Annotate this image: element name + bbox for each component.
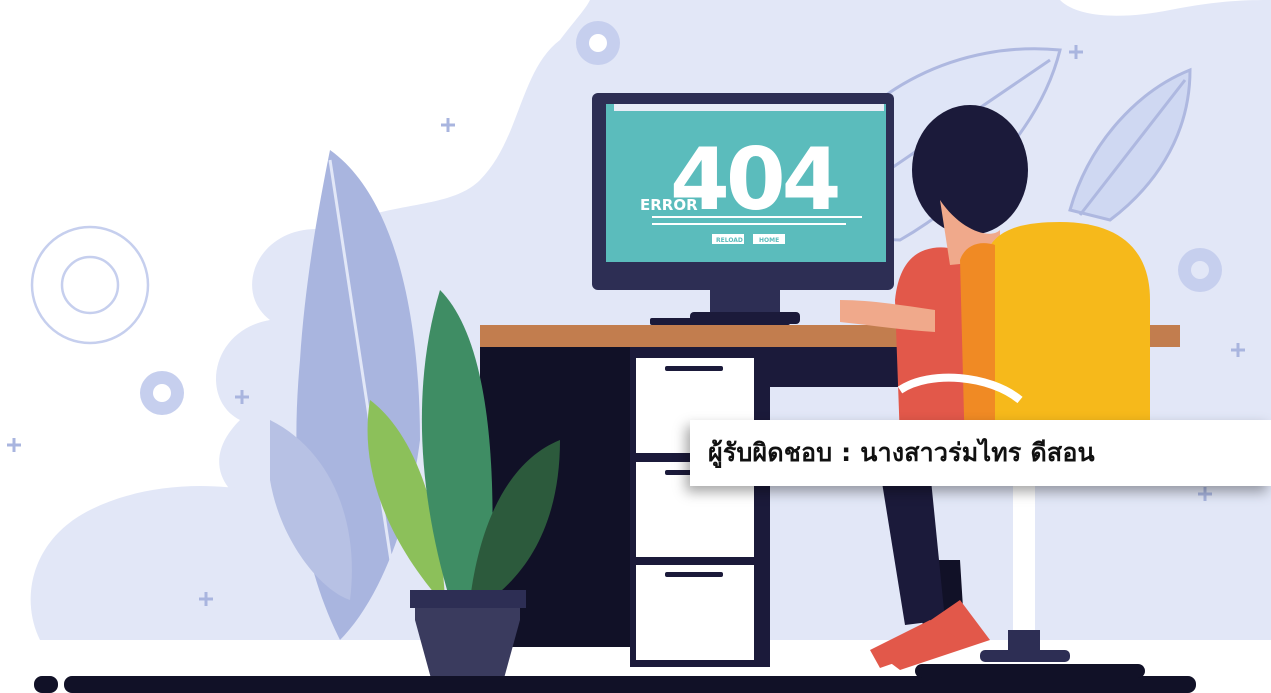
reload-label: RELOAD	[716, 237, 743, 244]
keyboard	[650, 318, 790, 325]
floor	[34, 664, 1196, 693]
monitor: ERROR 404 RELOAD HOME	[592, 93, 894, 324]
responsible-person-banner: ผู้รับผิดชอบ : นางสาวร่มไทร ดีสอน	[690, 420, 1271, 486]
illustration: ERROR 404 RELOAD HOME	[7, 0, 1271, 693]
banner-text: ผู้รับผิดชอบ : นางสาวร่มไทร ดีสอน	[708, 438, 1095, 467]
gear-outline-icon	[30, 225, 150, 345]
home-label: HOME	[759, 237, 779, 244]
error-code: 404	[670, 130, 838, 230]
